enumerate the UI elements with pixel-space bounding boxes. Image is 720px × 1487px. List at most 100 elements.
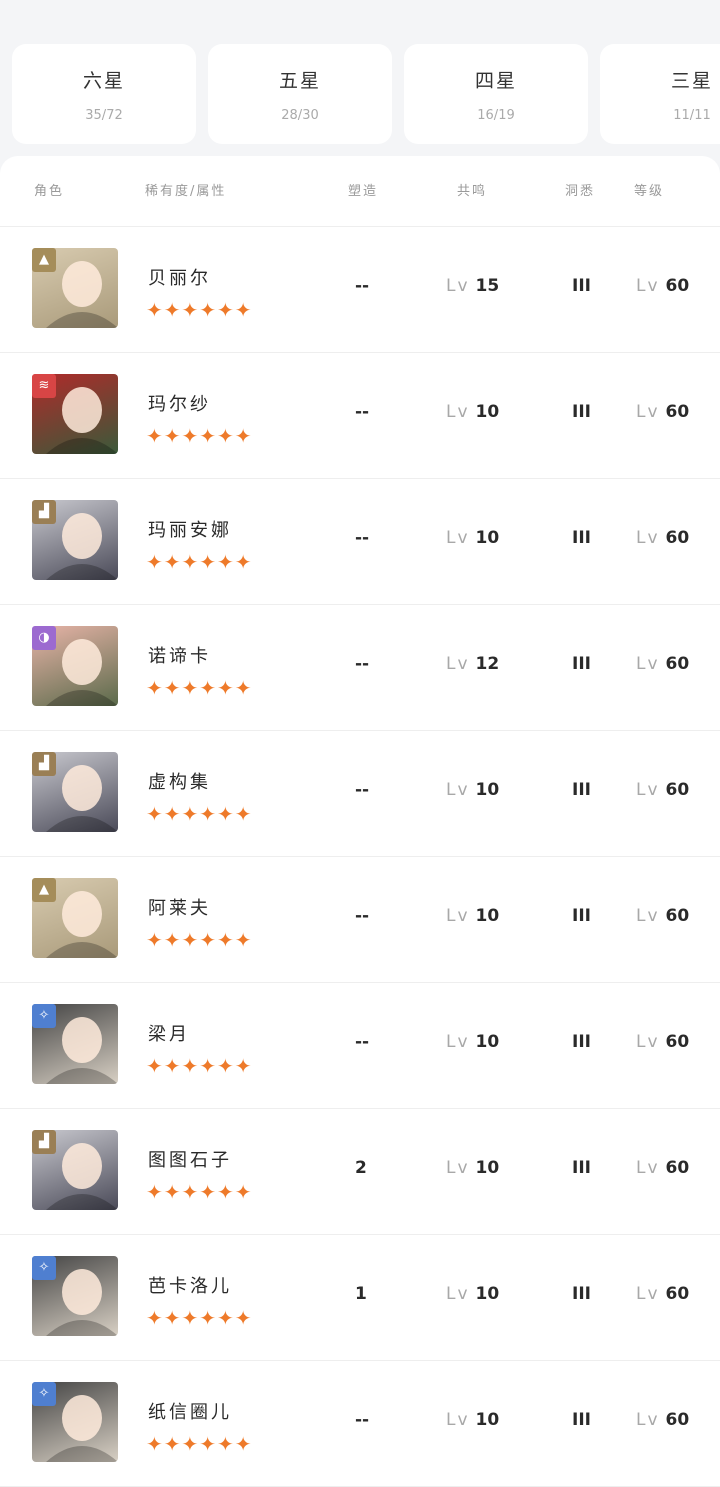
reshape-value: 2 (355, 1158, 367, 1178)
column-insight: 洞悉 (565, 184, 596, 199)
level-number: 60 (665, 1410, 690, 1430)
character-row[interactable]: ▟ 玛丽安娜 ✦✦✦✦✦✦ -- Lv 10 III Lv 60 (0, 478, 720, 605)
level-number: 60 (665, 402, 690, 422)
triangle-icon: ▲ (32, 878, 56, 902)
tab-six-star[interactable]: 六星 35/72 (12, 44, 196, 144)
resonance-value: Lv 10 (446, 1410, 499, 1430)
character-name: 芭卡洛儿 (148, 1276, 232, 1297)
rarity-stars: ✦✦✦✦✦✦ (146, 928, 253, 952)
resonance-number: 10 (475, 1158, 500, 1178)
reshape-value: -- (355, 780, 370, 800)
insight-value: III (572, 1032, 591, 1052)
resonance-number: 10 (475, 1410, 500, 1430)
level-prefix: Lv (636, 276, 660, 296)
rarity-stars: ✦✦✦✦✦✦ (146, 424, 253, 448)
level-number: 60 (665, 276, 690, 296)
rarity-stars: ✦✦✦✦✦✦ (146, 1306, 253, 1330)
character-row[interactable]: ▟ 图图石子 ✦✦✦✦✦✦ 2 Lv 10 III Lv 60 (0, 1108, 720, 1235)
reshape-value: -- (355, 276, 370, 296)
resonance-value: Lv 10 (446, 780, 499, 800)
tab-count: 11/11 (673, 108, 711, 123)
level-value: Lv 60 (636, 1032, 689, 1052)
claw-icon: ≋ (32, 374, 56, 398)
level-prefix: Lv (446, 1158, 470, 1178)
tab-count: 28/30 (281, 108, 319, 123)
resonance-value: Lv 10 (446, 402, 499, 422)
level-number: 60 (665, 1284, 690, 1304)
resonance-value: Lv 12 (446, 654, 499, 674)
level-value: Lv 60 (636, 780, 689, 800)
column-rarity-attribute: 稀有度/属性 (145, 184, 227, 199)
triangle-icon: ▲ (32, 248, 56, 272)
level-number: 60 (665, 780, 690, 800)
tab-label: 四星 (474, 70, 517, 92)
resonance-number: 10 (475, 528, 500, 548)
insight-value: III (572, 1284, 591, 1304)
reshape-value: -- (355, 906, 370, 926)
insight-value: III (572, 654, 591, 674)
character-row[interactable]: ✧ 芭卡洛儿 ✦✦✦✦✦✦ 1 Lv 10 III Lv 60 (0, 1234, 720, 1361)
resonance-number: 10 (475, 402, 500, 422)
character-row[interactable]: ✧ 纸信圈儿 ✦✦✦✦✦✦ -- Lv 10 III Lv 60 (0, 1360, 720, 1487)
resonance-value: Lv 10 (446, 906, 499, 926)
tab-four-star[interactable]: 四星 16/19 (404, 44, 588, 144)
table-header: 角色 稀有度/属性 塑造 共鸣 洞悉 等级 (0, 156, 720, 227)
level-value: Lv 60 (636, 1284, 689, 1304)
level-prefix: Lv (446, 276, 470, 296)
resonance-number: 12 (475, 654, 500, 674)
resonance-value: Lv 15 (446, 276, 499, 296)
rarity-stars: ✦✦✦✦✦✦ (146, 802, 253, 826)
insight-value: III (572, 402, 591, 422)
insight-value: III (572, 1410, 591, 1430)
resonance-value: Lv 10 (446, 1284, 499, 1304)
character-row[interactable]: ▟ 虚构集 ✦✦✦✦✦✦ -- Lv 10 III Lv 60 (0, 730, 720, 857)
level-prefix: Lv (446, 1410, 470, 1430)
character-row[interactable]: ≋ 玛尔纱 ✦✦✦✦✦✦ -- Lv 10 III Lv 60 (0, 352, 720, 479)
reshape-value: 1 (355, 1284, 367, 1304)
rarity-stars: ✦✦✦✦✦✦ (146, 1180, 253, 1204)
character-row[interactable]: ◑ 诺谛卡 ✦✦✦✦✦✦ -- Lv 12 III Lv 60 (0, 604, 720, 731)
tab-count: 35/72 (85, 108, 123, 123)
tab-count: 16/19 (477, 108, 515, 123)
level-prefix: Lv (636, 1284, 660, 1304)
level-prefix: Lv (446, 528, 470, 548)
level-value: Lv 60 (636, 276, 689, 296)
level-value: Lv 60 (636, 1410, 689, 1430)
resonance-number: 10 (475, 1032, 500, 1052)
column-level: 等级 (634, 184, 665, 199)
resonance-value: Lv 10 (446, 528, 499, 548)
character-name: 贝丽尔 (148, 268, 211, 289)
character-list-panel: 角色 稀有度/属性 塑造 共鸣 洞悉 等级 ▲ 贝丽尔 ✦✦✦✦✦✦ -- Lv 15 II… (0, 156, 720, 1487)
level-prefix: Lv (446, 906, 470, 926)
level-prefix: Lv (636, 1158, 660, 1178)
tab-three-star[interactable]: 三星 11/11 (600, 44, 720, 144)
column-resonance: 共鸣 (457, 184, 488, 199)
resonance-number: 10 (475, 906, 500, 926)
building-icon: ▟ (32, 500, 56, 524)
level-prefix: Lv (636, 1410, 660, 1430)
level-number: 60 (665, 906, 690, 926)
resonance-number: 10 (475, 780, 500, 800)
character-name: 诺谛卡 (148, 646, 211, 667)
column-character: 角色 (34, 184, 65, 199)
rarity-stars: ✦✦✦✦✦✦ (146, 1054, 253, 1078)
tab-label: 三星 (670, 70, 713, 92)
character-name: 梁月 (148, 1024, 190, 1045)
level-prefix: Lv (446, 402, 470, 422)
character-row[interactable]: ✧ 梁月 ✦✦✦✦✦✦ -- Lv 10 III Lv 60 (0, 982, 720, 1109)
moon-icon: ◑ (32, 626, 56, 650)
insight-value: III (572, 780, 591, 800)
level-number: 60 (665, 1158, 690, 1178)
character-name: 图图石子 (148, 1150, 232, 1171)
level-number: 60 (665, 528, 690, 548)
reshape-value: -- (355, 1032, 370, 1052)
sparkle-icon: ✧ (32, 1382, 56, 1406)
character-row[interactable]: ▲ 贝丽尔 ✦✦✦✦✦✦ -- Lv 15 III Lv 60 (0, 226, 720, 353)
character-row[interactable]: ▲ 阿莱夫 ✦✦✦✦✦✦ -- Lv 10 III Lv 60 (0, 856, 720, 983)
level-prefix: Lv (636, 528, 660, 548)
tab-five-star[interactable]: 五星 28/30 (208, 44, 392, 144)
tab-label: 六星 (82, 70, 125, 92)
tab-label: 五星 (278, 70, 321, 92)
insight-value: III (572, 1158, 591, 1178)
resonance-number: 15 (475, 276, 500, 296)
